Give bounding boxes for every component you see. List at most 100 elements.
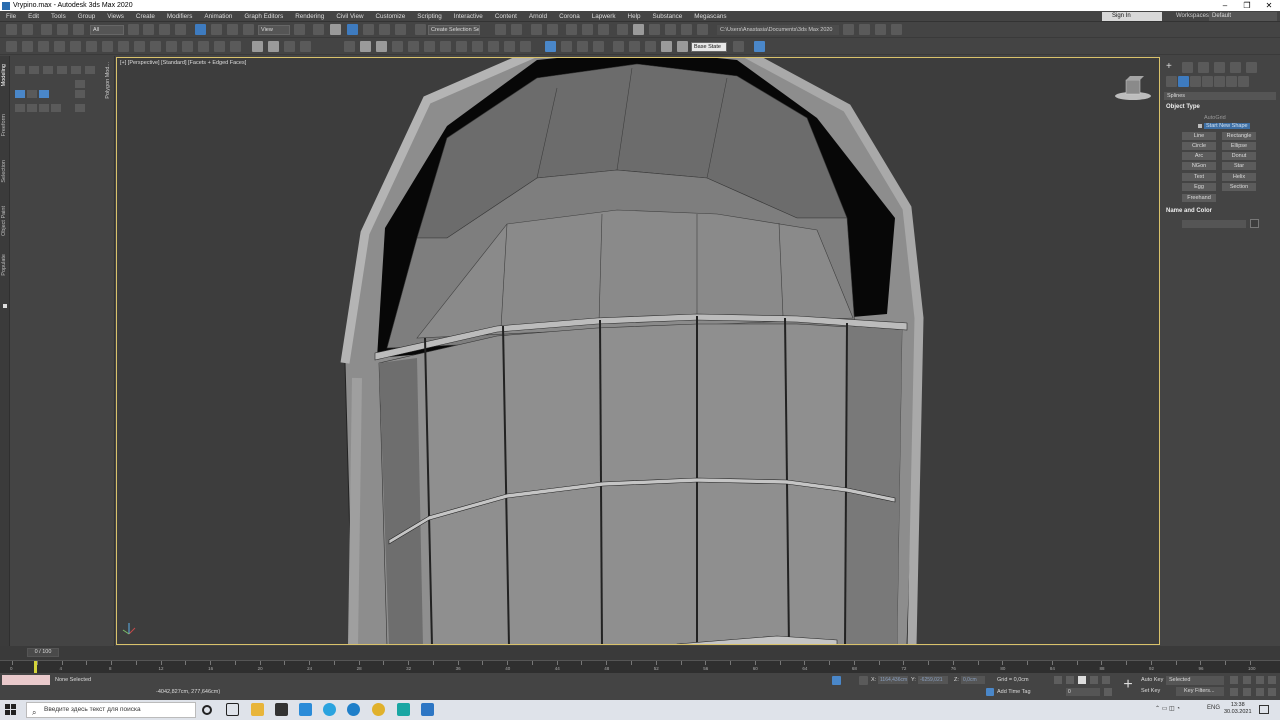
scene-states-icon[interactable]: [754, 41, 765, 52]
menu-arnold[interactable]: Arnold: [523, 13, 553, 20]
snaps-toggle-icon[interactable]: [347, 24, 358, 35]
tab-object-paint[interactable]: Object Paint: [1, 206, 9, 236]
edit-named-selection-icon[interactable]: [415, 24, 426, 35]
object-name-field[interactable]: [1182, 220, 1246, 228]
next-frame-icon[interactable]: [1090, 676, 1098, 684]
viewport-label[interactable]: [+] [Perspective] [Standard] [Facets + E…: [120, 60, 246, 66]
camera-icon[interactable]: [472, 41, 483, 52]
prev-frame-icon[interactable]: [1066, 676, 1074, 684]
tube-icon[interactable]: [408, 41, 419, 52]
zoom-extents-icon[interactable]: [1256, 676, 1264, 684]
menu-civil-view[interactable]: Civil View: [330, 13, 369, 20]
project-menu-icon[interactable]: [859, 24, 870, 35]
perspective-viewport[interactable]: [+] [Perspective] [Standard] [Facets + E…: [116, 57, 1160, 645]
helper-icon[interactable]: [488, 41, 499, 52]
auto-key-button[interactable]: Auto Key: [1141, 677, 1165, 685]
edge-icon[interactable]: [347, 703, 360, 716]
windows-start-icon[interactable]: [5, 704, 17, 716]
ngon-button[interactable]: NGon: [1182, 162, 1216, 170]
teapot-icon[interactable]: [252, 41, 263, 52]
menu-modifiers[interactable]: Modifiers: [161, 13, 199, 20]
helix-button[interactable]: Helix: [1222, 173, 1256, 181]
set-key-button[interactable]: Set Key: [1141, 688, 1160, 694]
align-icon[interactable]: [511, 24, 522, 35]
material-browser-icon[interactable]: [561, 41, 572, 52]
geosphere-icon[interactable]: [376, 41, 387, 52]
hair-icon[interactable]: [577, 41, 588, 52]
key-filters-button[interactable]: Key Filters...: [1176, 687, 1224, 696]
ribbon-tool-icon[interactable]: [29, 66, 39, 74]
viewcube-icon[interactable]: [1115, 76, 1151, 100]
schematic-view-icon[interactable]: [598, 24, 609, 35]
task-view-icon[interactable]: [226, 703, 239, 716]
corona-icon-9[interactable]: [134, 41, 145, 52]
menu-interactive[interactable]: Interactive: [448, 13, 489, 20]
ribbon-tool-icon[interactable]: [71, 66, 81, 74]
ribbon-tool-icon[interactable]: [85, 66, 95, 74]
polygon-mode-icon[interactable]: [39, 90, 49, 98]
menu-edit[interactable]: Edit: [22, 13, 45, 20]
display-tab-icon[interactable]: [1230, 62, 1241, 73]
ribbon-toggle-icon[interactable]: [3, 304, 7, 308]
tab-populate[interactable]: Populate: [1, 254, 9, 276]
rendered-frame-window-icon[interactable]: [649, 24, 660, 35]
corona-icon-1[interactable]: [6, 41, 17, 52]
object-type-rollout[interactable]: Object Type: [1166, 104, 1200, 110]
select-by-name-icon[interactable]: [143, 24, 154, 35]
curve-editor-icon[interactable]: [582, 24, 593, 35]
cortana-icon[interactable]: [202, 705, 212, 715]
zoom-extents-all-icon[interactable]: [1268, 676, 1276, 684]
render-in-cloud-icon[interactable]: [681, 24, 692, 35]
cameras-category-icon[interactable]: [1202, 76, 1213, 87]
cloth-icon[interactable]: [593, 41, 604, 52]
redo-icon[interactable]: [22, 24, 33, 35]
spinner-snap-icon[interactable]: [395, 24, 406, 35]
mirror-icon[interactable]: [495, 24, 506, 35]
menu-content[interactable]: Content: [489, 13, 523, 20]
ribbon-tool-icon[interactable]: [75, 80, 85, 88]
time-slider[interactable]: 0 / 100: [0, 646, 1280, 660]
orbit-icon[interactable]: [1256, 688, 1264, 696]
play-icon[interactable]: [1078, 676, 1086, 684]
object-color-swatch[interactable]: [1250, 219, 1259, 228]
corona-icon-11[interactable]: [166, 41, 177, 52]
tab-selection[interactable]: Selection: [1, 160, 9, 183]
circle-button[interactable]: Circle: [1182, 142, 1216, 150]
rotate-icon[interactable]: [211, 24, 222, 35]
rectangle-button[interactable]: Rectangle: [1222, 132, 1256, 140]
corona-icon-4[interactable]: [54, 41, 65, 52]
hierarchy-tab-icon[interactable]: [1198, 62, 1209, 73]
keyboard-shortcut-override-icon[interactable]: [330, 24, 341, 35]
layer-explorer-icon[interactable]: [547, 24, 558, 35]
base-state-dropdown[interactable]: Base State: [691, 42, 727, 52]
undo-icon[interactable]: [6, 24, 17, 35]
key-set-dropdown[interactable]: Selected: [1166, 676, 1224, 685]
tab-modeling[interactable]: Modeling: [1, 64, 9, 86]
maximize-button[interactable]: ❐: [1236, 1, 1258, 10]
star-button[interactable]: Star: [1222, 162, 1256, 170]
omni-light-icon[interactable]: [440, 41, 451, 52]
geometry-category-icon[interactable]: [1166, 76, 1177, 87]
track-bar[interactable]: 0 4 8 12 16 20 24 28 32 36 40 44 48 52 56 60 64 68 72 76 80 8…: [0, 660, 1280, 673]
autogrid-checkbox[interactable]: AutoGrid: [1204, 115, 1226, 121]
project-folder-icon[interactable]: [843, 24, 854, 35]
ribbon-tool-icon[interactable]: [39, 104, 49, 112]
taskbar-search-field[interactable]: ⌕ Введите здесь текст для поиска: [26, 702, 196, 718]
menu-megascans[interactable]: Megascans: [688, 13, 732, 20]
project-path-field[interactable]: C:\Users\Anastasia\Documents\3ds Max 202…: [717, 25, 839, 35]
pivot-center-icon[interactable]: [294, 24, 305, 35]
angle-snap-icon[interactable]: [363, 24, 374, 35]
menu-create[interactable]: Create: [130, 13, 161, 20]
named-selection-dropdown[interactable]: Create Selection Se: [428, 25, 480, 35]
placement-icon[interactable]: [243, 24, 254, 35]
ribbon-tool-icon[interactable]: [75, 90, 85, 98]
shapes-category-icon[interactable]: [1178, 76, 1189, 87]
spacewarps-category-icon[interactable]: [1226, 76, 1237, 87]
rect-selection-icon[interactable]: [159, 24, 170, 35]
window-crossing-icon[interactable]: [175, 24, 186, 35]
z-coordinate-field[interactable]: 0,0cm: [961, 676, 985, 684]
helpers-category-icon[interactable]: [1214, 76, 1225, 87]
telegram-icon[interactable]: [323, 703, 336, 716]
corona-icon-14[interactable]: [214, 41, 225, 52]
help-icon[interactable]: [613, 41, 624, 52]
